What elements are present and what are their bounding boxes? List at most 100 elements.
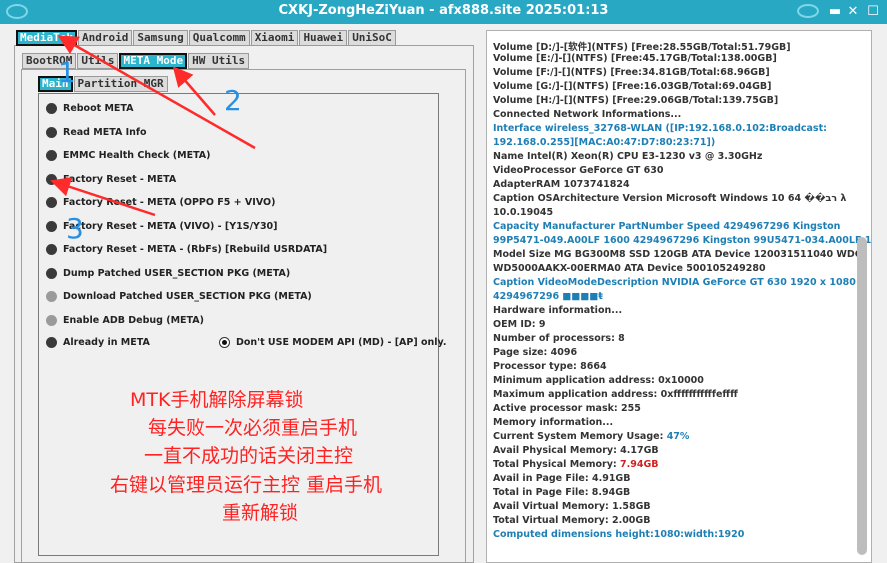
dump-patched-pkg-option[interactable]: Dump Patched USER_SECTION PKG (META) <box>46 268 290 279</box>
sub-tabs: BootROM Utils META Mode HW Utils <box>22 53 250 69</box>
tab-meta-mode[interactable]: META Mode <box>119 53 188 69</box>
info-line: Volume [G:/]-[](NTFS) [Free:16.03GB/Tota… <box>493 81 772 92</box>
info-line: Name Intel(R) Xeon(R) CPU E3-1230 v3 @ 3… <box>493 151 762 162</box>
tab-unisoc[interactable]: UniSoC <box>348 30 396 46</box>
info-line: AdapterRAM 1073741824 <box>493 179 630 190</box>
option-dot-icon <box>46 315 57 326</box>
info-line: Memory information... <box>493 417 613 428</box>
info-text: Volume [F:/]-[](NTFS) [Free:34.81GB/Tota… <box>493 67 770 78</box>
scroll-thumb[interactable] <box>857 237 867 555</box>
info-line: WD5000AAKX-00ERMA0 ATA Device 5001052492… <box>493 263 766 274</box>
info-text: Model Size MG BG300M8 SSD 120GB ATA Devi… <box>493 249 862 260</box>
info-text: 47% <box>666 431 690 442</box>
info-text: Page size: 4096 <box>493 347 578 358</box>
factory-reset-oppo-vivo-option[interactable]: Factory Reset - META (OPPO F5 + VIVO) <box>46 197 275 208</box>
read-meta-info-option[interactable]: Read META Info <box>46 127 147 138</box>
info-line: Processor type: 8664 <box>493 361 607 372</box>
option-dot-icon <box>46 221 57 232</box>
info-text: Volume [D:/]-[软件](NTFS) [Free:28.55GB/To… <box>493 42 791 53</box>
info-line: Volume [E:/]-[](NTFS) [Free:45.17GB/Tota… <box>493 53 777 64</box>
no-modem-api-radio[interactable]: Don't USE MODEM API (MD) - [AP] only. <box>219 337 446 348</box>
info-line: Number of processors: 8 <box>493 333 625 344</box>
info-text: Computed dimensions height:1080:width:19… <box>493 529 745 540</box>
info-text: Memory information... <box>493 417 614 428</box>
info-text: Processor type: 8664 <box>493 361 607 372</box>
info-text: 99P5471-049.A00LF 1600 4294967296 Kingst… <box>493 235 872 246</box>
info-line: 99P5471-049.A00LF 1600 4294967296 Kingst… <box>493 235 872 246</box>
info-scrollbar[interactable] <box>855 31 869 562</box>
info-line: 4294967296 ■■■■ŧ <box>493 291 603 302</box>
tab-android[interactable]: Android <box>77 30 133 46</box>
tab-partition-mgr[interactable]: Partition MGR <box>73 76 168 92</box>
info-text: 10.0.19045 <box>493 207 554 218</box>
info-text: Capacity Manufacturer PartNumber Speed 4… <box>493 221 841 232</box>
info-line: Hardware information... <box>493 305 622 316</box>
enable-adb-debug-option[interactable]: Enable ADB Debug (META) <box>46 315 204 326</box>
info-line: Minimum application address: 0x10000 <box>493 375 704 386</box>
tab-qualcomm[interactable]: Qualcomm <box>188 30 250 46</box>
info-text: Total Virtual Memory: 2.00GB <box>493 515 651 526</box>
factory-reset-rbfs-option[interactable]: Factory Reset - META - (RbFs) [Rebuild U… <box>46 244 327 255</box>
option-dot-icon <box>46 174 57 185</box>
info-text: VideoProcessor GeForce GT 630 <box>493 165 664 176</box>
title-bar: CXKJ-ZongHeZiYuan - afx888.site 2025:01:… <box>0 0 887 24</box>
info-text: Volume [G:/]-[](NTFS) [Free:16.03GB/Tota… <box>493 81 772 92</box>
tab-hw-utils[interactable]: HW Utils <box>188 53 250 69</box>
device-info-log[interactable]: Volume [D:/]-[软件](NTFS) [Free:28.55GB/To… <box>486 30 872 563</box>
option-dot-icon <box>46 127 57 138</box>
note-line-1: MTK手机解除屏幕锁 <box>130 389 304 411</box>
option-dot-icon <box>46 268 57 279</box>
option-dot-icon <box>46 291 57 302</box>
info-text: Avail Physical Memory: 4.17GB <box>493 445 659 456</box>
option-dot-icon <box>46 337 57 348</box>
already-in-meta-option[interactable]: Already in META <box>46 337 150 348</box>
info-line: Interface wireless_32768-WLAN ([IP:192.1… <box>493 123 827 134</box>
info-text: Hardware information... <box>493 305 623 316</box>
annotation-2: 2 <box>224 84 242 117</box>
tab-xiaomi[interactable]: Xiaomi <box>250 30 299 46</box>
option-dot-icon <box>46 244 57 255</box>
info-text: Name Intel(R) Xeon(R) CPU E3-1230 v3 @ 3… <box>493 151 763 162</box>
info-line: 192.168.0.255][MAC:A0:47:D7:80:23:71]) <box>493 137 715 148</box>
info-text: Caption VideoModeDescription NVIDIA GeFo… <box>493 277 866 288</box>
note-line-4: 右键以管理员运行主控 重启手机 <box>110 474 383 496</box>
factory-reset-meta-option[interactable]: Factory Reset - META <box>46 174 176 185</box>
info-text: Avail Virtual Memory: 1.58GB <box>493 501 651 512</box>
window-title: CXKJ-ZongHeZiYuan - afx888.site 2025:01:… <box>278 3 609 18</box>
info-line: Active processor mask: 255 <box>493 403 641 414</box>
info-line: Total Virtual Memory: 2.00GB <box>493 515 650 526</box>
vendor-tabs: MediaTek Android Samsung Qualcomm Xiaomi… <box>16 30 397 46</box>
tab-huawei[interactable]: Huawei <box>299 30 348 46</box>
info-text: 192.168.0.255][MAC:A0:47:D7:80:23:71]) <box>493 137 716 148</box>
info-text: Avail in Page File: 4.91GB <box>493 473 631 484</box>
info-line: Total in Page File: 8.94GB <box>493 487 630 498</box>
minimize-button[interactable]: ▬ <box>826 3 844 21</box>
info-text: AdapterRAM 1073741824 <box>493 179 630 190</box>
info-line: Maximum application address: 0xfffffffff… <box>493 389 738 400</box>
annotation-3: 3 <box>66 212 84 245</box>
info-line: Volume [H:/]-[](NTFS) [Free:29.06GB/Tota… <box>493 95 778 106</box>
tab-samsung[interactable]: Samsung <box>133 30 188 46</box>
download-patched-pkg-option[interactable]: Download Patched USER_SECTION PKG (META) <box>46 291 312 302</box>
info-line: VideoProcessor GeForce GT 630 <box>493 165 663 176</box>
info-line: Page size: 4096 <box>493 347 577 358</box>
annotation-1: 1 <box>58 56 76 89</box>
info-line: Connected Network Informations... <box>493 109 681 120</box>
info-line: Total Physical Memory: 7.94GB <box>493 459 659 470</box>
info-text: Caption OSArchitecture Version Microsoft… <box>493 193 847 204</box>
app-menu-icon[interactable] <box>795 3 821 21</box>
note-line-5: 重新解锁 <box>222 502 299 524</box>
meta-functions-panel: Reboot META Read META Info EMMC Health C… <box>38 93 446 556</box>
option-dot-icon <box>46 150 57 161</box>
close-button[interactable]: ✕ <box>844 3 862 21</box>
reboot-meta-option[interactable]: Reboot META <box>46 103 134 114</box>
maximize-button[interactable]: ☐ <box>864 3 882 21</box>
info-line: Capacity Manufacturer PartNumber Speed 4… <box>493 221 840 232</box>
info-text: Number of processors: 8 <box>493 333 625 344</box>
emmc-health-check-option[interactable]: EMMC Health Check (META) <box>46 150 211 161</box>
info-line: Volume [D:/]-[软件](NTFS) [Free:28.55GB/To… <box>493 39 791 53</box>
info-text: Total in Page File: 8.94GB <box>493 487 631 498</box>
tab-utils[interactable]: Utils <box>77 53 119 69</box>
note-line-2: 每失败一次必须重启手机 <box>148 417 358 439</box>
tab-mediatek[interactable]: MediaTek <box>16 30 77 46</box>
